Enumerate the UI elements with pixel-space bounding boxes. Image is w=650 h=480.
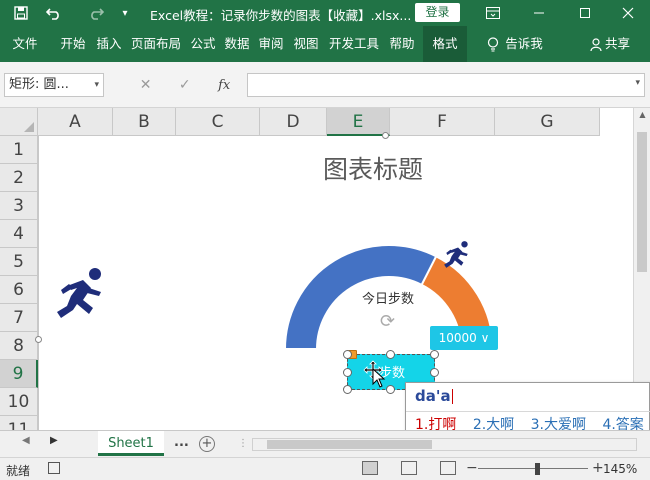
zoom-slider[interactable]: − + [466,460,604,476]
page-layout-view-icon[interactable] [401,461,417,475]
undo-icon[interactable] [40,0,68,26]
expand-formula-icon[interactable]: ▾ [635,78,640,88]
shape-handle-bottom-left[interactable] [343,385,352,394]
column-header-d[interactable]: D [260,108,327,136]
row-header-2[interactable]: 2 [0,164,38,192]
ribbon-tabs: 文件 开始 插入 页面布局 公式 数据 审阅 视图 开发工具 帮助 格式 告诉我… [0,26,650,62]
zoom-level[interactable]: 145% [603,462,637,476]
person-icon [590,37,602,51]
formula-buttons: ✕ ✓ fx [126,73,244,97]
shape-handle-top-left[interactable] [343,350,352,359]
ime-typed-text: da'a [415,387,451,405]
shape-handle-bottom[interactable] [386,385,395,394]
name-box-dropdown-icon[interactable]: ▾ [94,74,99,96]
row-header-10[interactable]: 10 [0,388,38,416]
macro-record-icon[interactable] [48,462,60,474]
column-header-b[interactable]: B [113,108,176,136]
title-bar: ▾ Excel教程：记录你步数的图表【收藏】.xlsx... 登录 [0,0,650,26]
row-header-1[interactable]: 1 [0,136,38,164]
sheetbar-splitter-icon[interactable]: ⋮ [238,438,248,449]
tab-view[interactable]: 视图 [291,26,321,62]
page-break-view-icon[interactable] [440,461,456,475]
ime-composition: da'a [415,387,453,405]
zoom-in-icon[interactable]: + [592,460,604,476]
cancel-icon[interactable]: ✕ [140,77,152,93]
name-box-value: 矩形: 圆... [9,77,69,92]
row-header-9[interactable]: 9 [0,360,38,388]
lightbulb-icon [488,37,499,52]
more-sheets[interactable]: ... [174,435,189,450]
shape-handle-top-right[interactable] [430,350,439,359]
sheet-tab-bar: ◀ ▶ Sheet1 ... + ⋮ [0,430,650,457]
tab-developer[interactable]: 开发工具 [326,26,382,62]
add-sheet-button[interactable]: + [199,436,215,452]
horizontal-scroll-thumb[interactable] [267,440,432,449]
tab-file[interactable]: 文件 [8,26,42,62]
shape-handle-right[interactable] [430,368,439,377]
formula-bar: 矩形: 圆... ▾ ✕ ✓ fx ▾ [0,62,650,108]
close-icon[interactable] [605,0,650,26]
sheet-tab-sheet1[interactable]: Sheet1 [98,431,164,456]
column-header-f[interactable]: F [390,108,495,136]
vertical-scroll-thumb[interactable] [637,132,647,272]
column-header-c[interactable]: C [176,108,260,136]
pointer-cursor-icon [372,368,386,388]
maximize-icon[interactable] [562,0,608,26]
row-header-4[interactable]: 4 [0,220,38,248]
chart-resize-handle-top[interactable] [382,132,389,139]
tab-review[interactable]: 审阅 [256,26,286,62]
column-header-a[interactable]: A [38,108,113,136]
name-box[interactable]: 矩形: 圆... ▾ [4,73,104,97]
row-header-5[interactable]: 5 [0,248,38,276]
row-header-6[interactable]: 6 [0,276,38,304]
tab-formulas[interactable]: 公式 [188,26,218,62]
prev-sheet-icon[interactable]: ◀ [22,435,30,446]
small-running-person-icon [444,241,468,268]
formula-input[interactable]: ▾ [247,73,645,97]
tab-insert[interactable]: 插入 [93,26,125,62]
horizontal-scrollbar[interactable] [252,438,637,451]
shape-handle-left[interactable] [343,368,352,377]
ribbon-display-icon[interactable] [470,0,516,26]
chart-resize-handle-left[interactable] [35,336,42,343]
zoom-knob[interactable] [535,463,540,475]
shape-handle-top[interactable] [386,350,395,359]
gauge-label: 今日步数 [362,292,415,307]
redo-icon[interactable] [84,0,108,26]
minimize-icon[interactable] [516,0,562,26]
column-header-e[interactable]: E [327,108,390,136]
row-header-3[interactable]: 3 [0,192,38,220]
ime-candidate-window: da'a 1.打啊 2.大啊 3.大爱啊 4.答案 [405,382,650,437]
chart-title[interactable]: 图表标题 [293,150,453,186]
next-sheet-icon[interactable]: ▶ [50,435,58,446]
document-title: Excel教程：记录你步数的图表【收藏】.xlsx... [150,8,412,23]
status-ready: 就绪 [6,464,31,478]
tab-home[interactable]: 开始 [57,26,89,62]
login-button[interactable]: 登录 [415,3,460,22]
insert-function-icon[interactable]: fx [218,78,230,93]
tab-data[interactable]: 数据 [222,26,252,62]
row-header-8[interactable]: 8 [0,332,38,360]
customize-icon[interactable]: ▾ [116,0,134,26]
scroll-up-icon[interactable]: ▲ [634,110,650,119]
column-header-g[interactable]: G [495,108,600,136]
tab-page-layout[interactable]: 页面布局 [128,26,184,62]
tell-me-search[interactable]: 告诉我 [480,26,550,62]
confirm-icon[interactable]: ✓ [179,77,191,93]
tab-help[interactable]: 帮助 [386,26,418,62]
select-all-corner[interactable] [0,108,38,136]
share-label: 共享 [604,36,630,51]
tell-me-label: 告诉我 [505,36,543,51]
running-person-icon [57,268,101,318]
row-header-11[interactable]: 11 [0,416,38,430]
zoom-out-icon[interactable]: − [466,460,478,476]
status-bar: 就绪 − + 145% [0,457,650,480]
normal-view-icon[interactable] [362,461,378,475]
tab-format[interactable]: 格式 [423,26,467,62]
rotate-handle-icon[interactable]: ⟳ [380,311,395,332]
save-icon[interactable] [10,0,32,26]
row-header-7[interactable]: 7 [0,304,38,332]
share-button[interactable]: 共享 [585,26,635,62]
value-label[interactable]: 10000 ∨ [430,326,498,350]
